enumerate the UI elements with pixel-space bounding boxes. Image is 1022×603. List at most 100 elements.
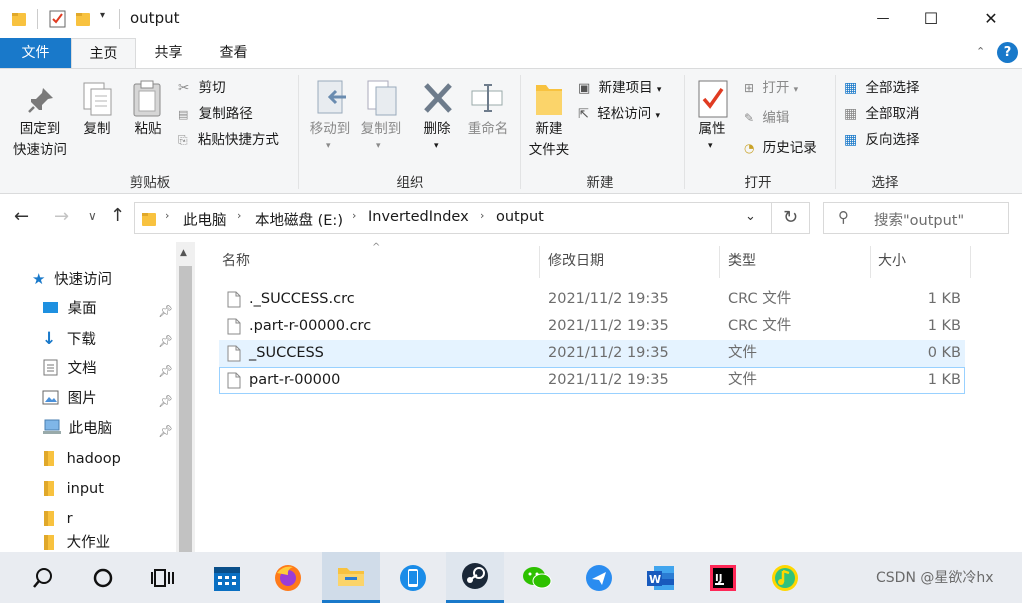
file-row[interactable]: .part-r-00000.crc 2021/11/2 19:35 CRC 文件…	[219, 313, 965, 340]
file-date: 2021/11/2 19:35	[548, 345, 669, 361]
breadcrumb-this-pc[interactable]: 此电脑	[183, 209, 227, 230]
nav-item-hadoop[interactable]: hadoop	[42, 444, 121, 474]
new-item-label: 新建项目	[598, 80, 653, 96]
address-field[interactable]: › 此电脑 › 本地磁盘 (E:) › InvertedIndex › outp…	[134, 202, 772, 234]
customize-qat-icon[interactable]: ▾	[100, 10, 105, 21]
taskbar-firefox-icon[interactable]	[259, 552, 317, 603]
edit-button[interactable]: ✎ 编辑	[744, 107, 789, 129]
column-divider[interactable]	[719, 246, 720, 278]
nav-item-desktop[interactable]: 桌面	[42, 294, 97, 324]
copy-button[interactable]: 复制	[78, 119, 116, 140]
taskbar-search-icon[interactable]	[14, 552, 72, 603]
column-divider[interactable]	[539, 246, 540, 278]
properties-button[interactable]: 属性	[690, 119, 734, 140]
column-header-size[interactable]: 大小	[878, 242, 906, 280]
nav-item-label: 桌面	[67, 301, 97, 317]
scrollbar-thumb[interactable]	[179, 266, 192, 552]
maximize-button[interactable]: ☐	[908, 4, 954, 34]
column-divider[interactable]	[870, 246, 871, 278]
tab-view[interactable]: 查看	[201, 38, 266, 68]
easy-access-button[interactable]: ⇱ 轻松访问 ▾	[578, 103, 660, 125]
taskbar-word-icon[interactable]: W	[632, 552, 690, 603]
taskbar-intellij-icon[interactable]: IJ	[694, 552, 752, 603]
help-button[interactable]: ?	[997, 42, 1018, 63]
file-row-focused[interactable]: part-r-00000 2021/11/2 19:35 文件 1 KB	[219, 367, 965, 394]
copy-icon	[83, 82, 112, 116]
delete-button[interactable]: 删除	[418, 119, 456, 140]
properties-qat-icon[interactable]	[49, 10, 66, 28]
properties-dropdown-icon[interactable]: ▾	[708, 141, 713, 151]
close-button[interactable]: ✕	[968, 4, 1014, 34]
scroll-up-arrow-icon[interactable]: ▲	[180, 248, 187, 258]
svg-text:IJ: IJ	[715, 573, 722, 584]
search-icon: ⚲	[838, 208, 849, 226]
new-item-button[interactable]: ▣ 新建项目 ▾	[578, 77, 661, 99]
file-row[interactable]: ._SUCCESS.crc 2021/11/2 19:35 CRC 文件 1 K…	[219, 286, 965, 313]
select-all-button[interactable]: ▦ 全部选择	[844, 77, 920, 99]
move-to-button[interactable]: 移动到	[305, 119, 355, 140]
tab-home[interactable]: 主页	[71, 38, 136, 69]
file-row-hover[interactable]: _SUCCESS 2021/11/2 19:35 文件 0 KB	[219, 340, 965, 367]
new-folder-qat-icon[interactable]	[75, 11, 91, 27]
open-label: 打开	[762, 80, 790, 96]
move-to-dropdown-icon[interactable]: ▾	[326, 141, 331, 151]
nav-item-input[interactable]: input	[42, 474, 104, 504]
up-button[interactable]: ↑	[110, 205, 125, 226]
select-none-button[interactable]: ▦ 全部取消	[844, 103, 920, 125]
cut-button[interactable]: ✂ 剪切	[178, 77, 226, 99]
nav-item-project[interactable]: 大作业	[42, 534, 110, 552]
column-header-date[interactable]: 修改日期	[548, 242, 604, 280]
tab-share[interactable]: 共享	[136, 38, 201, 68]
recent-locations-button[interactable]: ∨	[88, 209, 97, 223]
nav-quick-access[interactable]: ★ 快速访问	[32, 264, 112, 294]
column-header-type[interactable]: 类型	[728, 242, 756, 280]
column-divider[interactable]	[970, 246, 971, 278]
folder-icon[interactable]	[11, 11, 27, 27]
invert-selection-button[interactable]: ▦ 反向选择	[844, 129, 920, 151]
file-type: CRC 文件	[728, 318, 792, 334]
taskbar-cortana-icon[interactable]	[74, 552, 132, 603]
nav-item-this-pc[interactable]: 此电脑	[42, 414, 112, 444]
taskbar-qqmusic-icon[interactable]	[756, 552, 814, 603]
paste-button[interactable]: 粘贴	[128, 119, 168, 140]
nav-item-pictures[interactable]: 图片	[42, 384, 97, 414]
copy-path-button[interactable]: ▤ 复制路径	[178, 103, 253, 125]
column-header-name[interactable]: 名称	[222, 242, 250, 280]
taskbar-steam-icon[interactable]	[446, 552, 504, 603]
taskbar-file-explorer-icon[interactable]	[322, 552, 380, 603]
breadcrumb-current[interactable]: output	[496, 209, 544, 225]
nav-item-label: 大作业	[66, 535, 111, 551]
pin-quick-access-button[interactable]: 固定到 快速访问	[4, 119, 76, 161]
nav-scrollbar[interactable]: ▲	[176, 242, 195, 552]
history-button[interactable]: ◔ 历史记录	[744, 137, 817, 159]
nav-item-downloads[interactable]: ↓ 下载	[42, 324, 96, 354]
refresh-button[interactable]: ↻	[772, 202, 810, 234]
invert-selection-label: 反向选择	[865, 132, 920, 148]
breadcrumb-folder[interactable]: InvertedIndex	[368, 209, 469, 225]
open-button[interactable]: ⊞ 打开 ▾	[744, 77, 798, 99]
address-history-dropdown-icon[interactable]: ⌄	[745, 209, 756, 224]
new-folder-button[interactable]: 新建 文件夹	[520, 119, 578, 161]
paste-shortcut-button[interactable]: ⎘ 粘贴快捷方式	[178, 129, 279, 151]
copy-to-button[interactable]: 复制到	[356, 119, 406, 140]
nav-item-r[interactable]: r	[42, 504, 73, 534]
back-button[interactable]: ←	[14, 206, 29, 227]
nav-item-label: hadoop	[66, 451, 121, 467]
taskbar-task-view-icon[interactable]	[134, 552, 192, 603]
tab-file[interactable]: 文件	[0, 38, 71, 68]
delete-dropdown-icon[interactable]: ▾	[434, 141, 439, 151]
copy-to-dropdown-icon[interactable]: ▾	[376, 141, 381, 151]
taskbar-feishu-icon[interactable]	[570, 552, 628, 603]
forward-button[interactable]: →	[54, 206, 69, 227]
taskbar-wechat-icon[interactable]	[508, 552, 566, 603]
search-box[interactable]: ⚲ 搜索"output"	[823, 202, 1009, 234]
file-list: ^ 名称 修改日期 类型 大小 ._SUCCESS.crc 2021/11/2 …	[197, 242, 1022, 552]
taskbar-phone-icon[interactable]	[384, 552, 442, 603]
breadcrumb-drive[interactable]: 本地磁盘 (E:)	[255, 209, 343, 230]
minimize-button[interactable]: —	[860, 4, 906, 34]
collapse-ribbon-icon[interactable]: ⌃	[976, 45, 985, 58]
nav-item-documents[interactable]: 文档	[42, 354, 97, 384]
taskbar-calendar-icon[interactable]	[198, 552, 256, 603]
window-title: output	[130, 9, 180, 27]
rename-button[interactable]: 重命名	[462, 119, 514, 140]
